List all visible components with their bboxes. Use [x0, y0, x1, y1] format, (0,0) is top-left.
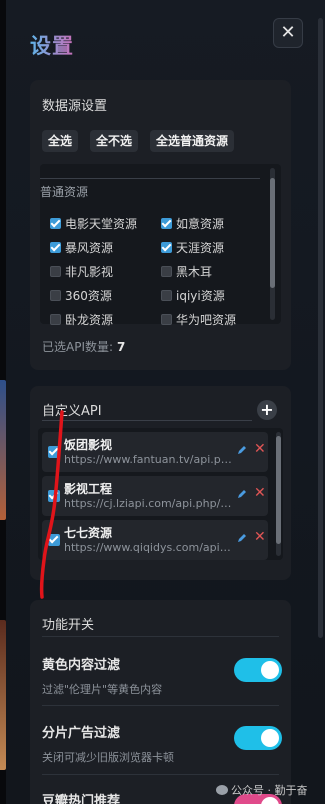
- red-annotation-stroke: [39, 410, 64, 599]
- watermark: 公众号 · 勤于奋: [216, 782, 308, 798]
- wechat-icon: [216, 785, 228, 795]
